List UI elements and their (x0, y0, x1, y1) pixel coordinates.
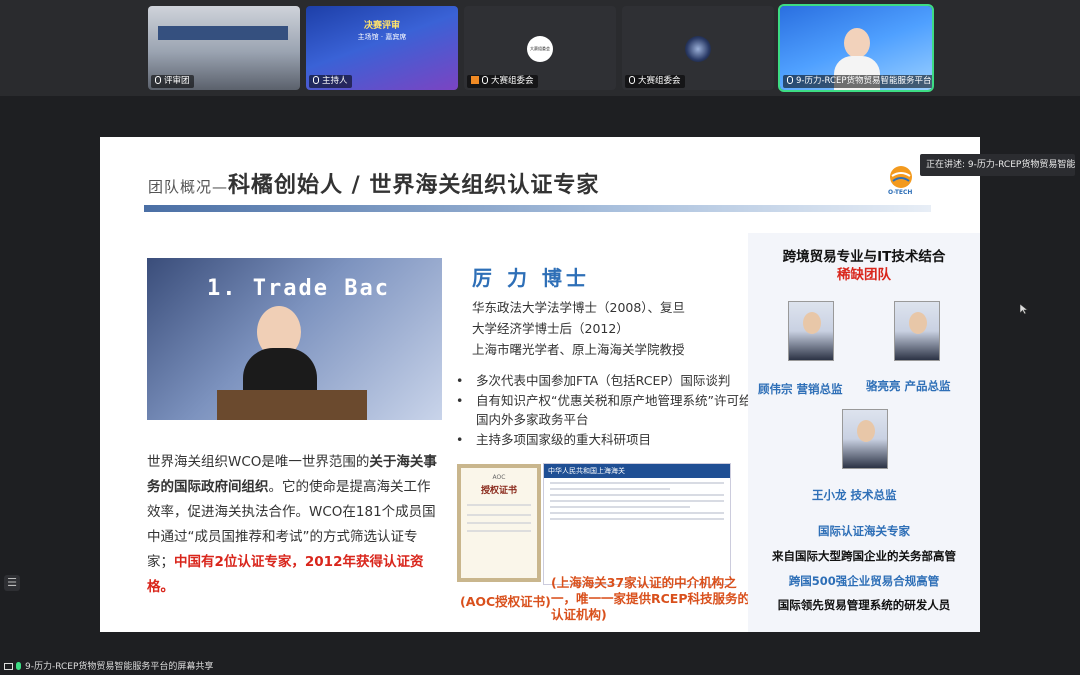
bio-line: 大学经济学博士后（2012） (472, 321, 629, 336)
screen-share-label[interactable]: 9-历力-RCEP货物贸易智能服务平台的屏幕共享 (0, 660, 260, 675)
shared-slide: 团队概况—科橘创始人 / 世界海关组织认证专家 O-TECH 1. Trade … (100, 137, 980, 632)
list-item: 多次代表中国参加FTA（包括RCEP）国际谈判 (456, 371, 756, 391)
avatar (685, 36, 711, 62)
host-banner-line1: 决赛评审 (363, 21, 400, 31)
participant-name: 大赛组委会 (467, 75, 538, 88)
member-label: 王小龙 技术总监 (812, 488, 897, 502)
team-panel: 跨境贸易专业与IT技术结合 稀缺团队 顾伟宗 营销总监 骆亮亮 产品总监 王小龙… (748, 233, 980, 632)
certificate-caption: (AOC授权证书) (460, 594, 551, 609)
panel-text: 国际认证海关专家 (818, 524, 910, 538)
panel-text: 国际领先贸易管理系统的研发人员 (777, 598, 951, 612)
bio-line: 华东政法大学法学博士（2008）、复旦 (472, 300, 686, 315)
person-name: 厉 力 博士 (472, 266, 590, 290)
participant-tile-speaker[interactable]: 9-历力-RCEP货物贸易智能服务平台 (778, 4, 934, 92)
customs-website-image: 中华人民共和国上海海关 (543, 463, 731, 585)
participant-tile-jury[interactable]: 评审团 (148, 6, 300, 90)
side-menu-button[interactable]: ☰ (4, 575, 20, 591)
participant-name: 大赛组委会 (625, 75, 685, 88)
avatar (894, 301, 940, 361)
member-label: 顾伟宗 营销总监 (758, 382, 843, 396)
slide-title: 团队概况—科橘创始人 / 世界海关组织认证专家 (148, 173, 600, 198)
title-underline (144, 205, 931, 212)
participant-name: 评审团 (151, 75, 194, 88)
mic-icon (313, 76, 319, 84)
avatar (788, 301, 834, 361)
speaker-photo: 1. Trade Bac (147, 258, 442, 420)
website-caption: (上海海关37家认证的中介机构之一，唯一一家提供RCEP科技服务的认证机构) (551, 575, 750, 622)
aoc-certificate-image: AOC 授权证书 (457, 464, 541, 582)
orange-logo-icon (890, 166, 912, 188)
mic-icon (787, 76, 793, 84)
achievement-list: 多次代表中国参加FTA（包括RCEP）国际谈判 自有知识产权“优惠关税和原产地管… (456, 371, 756, 449)
mic-icon (16, 662, 21, 670)
participant-strip: 评审团 决赛评审 主场馆 · 嘉宾席 主持人 大赛组委会 大赛组委会 大赛组委会… (0, 0, 1080, 96)
active-speaker-tooltip: 正在讲述: 9-历力-RCEP货物贸易智能... (920, 154, 1075, 176)
list-item: 主持多项国家级的重大科研项目 (456, 430, 756, 450)
member-label: 骆亮亮 产品总监 (866, 379, 951, 393)
participant-tile-committee-1[interactable]: 大赛组委会 大赛组委会 (464, 6, 616, 90)
wco-description: 世界海关组织WCO是唯一世界范围的关于海关事务的国际政府间组织。它的使命是提高海… (147, 454, 437, 595)
participant-name: 9-历力-RCEP货物贸易智能服务平台 (783, 75, 932, 88)
avatar (842, 409, 888, 469)
stage-screen (158, 26, 288, 40)
participant-tile-host[interactable]: 决赛评审 主场馆 · 嘉宾席 主持人 (306, 6, 458, 90)
mic-icon (629, 76, 635, 84)
speaker-face (844, 28, 870, 58)
panel-text: 来自国际大型跨国企业的关务部高管 (772, 549, 956, 563)
list-item: 自有知识产权“优惠关税和原产地管理系统”许可给国内外多家政务平台 (456, 391, 756, 430)
podium (217, 390, 367, 420)
user-icon (471, 76, 479, 84)
bio-line: 上海市曙光学者、原上海海关学院教授 (472, 342, 685, 357)
avatar: 大赛组委会 (527, 36, 553, 62)
host-banner-line2: 主场馆 · 嘉宾席 (357, 33, 407, 41)
panel-subheading: 稀缺团队 (837, 267, 891, 283)
participant-name: 主持人 (309, 75, 352, 88)
mic-icon (482, 76, 488, 84)
mouse-cursor-icon (1020, 304, 1028, 314)
screen-icon (4, 663, 13, 670)
mic-icon (155, 76, 161, 84)
participant-tile-committee-2[interactable]: 大赛组委会 (622, 6, 774, 90)
panel-text: 跨国500强企业贸易合规高管 (788, 574, 940, 588)
panel-heading: 跨境贸易专业与IT技术结合 (782, 249, 946, 265)
